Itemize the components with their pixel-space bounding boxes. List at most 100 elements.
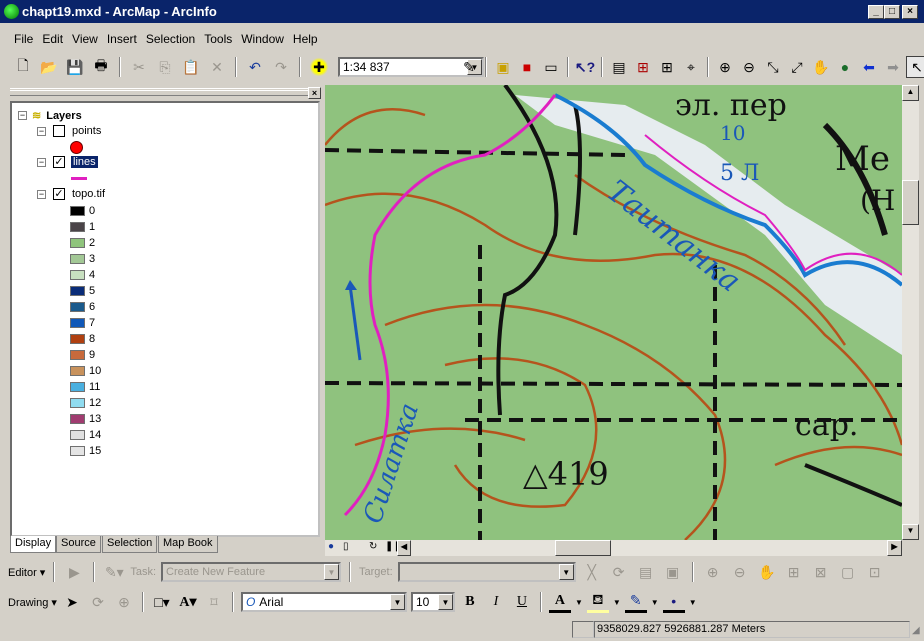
- font-size-combo[interactable]: 10 ▼: [410, 592, 455, 612]
- color-swatch[interactable]: [70, 318, 85, 328]
- legend-class[interactable]: 12: [70, 397, 101, 409]
- layer-visibility-checkbox[interactable]: [53, 125, 65, 137]
- zoom-to-100-icon[interactable]: ▢: [837, 561, 859, 583]
- layer-visibility-checkbox[interactable]: ✓: [53, 188, 65, 200]
- color-swatch[interactable]: [70, 446, 85, 456]
- tab-map-book[interactable]: Map Book: [158, 536, 218, 553]
- undo-icon[interactable]: ↶: [244, 56, 266, 78]
- collapse-icon[interactable]: −: [37, 189, 46, 199]
- lines-symbol[interactable]: [71, 177, 87, 180]
- sketch-properties-icon[interactable]: ▣: [662, 561, 684, 583]
- fixed-zoom-layout-icon[interactable]: ⊠: [810, 561, 832, 583]
- print-icon[interactable]: 🖶: [90, 56, 112, 78]
- tab-display[interactable]: Display: [10, 536, 57, 553]
- menu-help[interactable]: Help: [293, 32, 318, 50]
- legend-class[interactable]: 11: [70, 381, 100, 393]
- overview-icon[interactable]: ⊞: [632, 56, 654, 78]
- rotate-tool-icon[interactable]: ⟳: [608, 561, 630, 583]
- legend-class[interactable]: 8: [70, 333, 95, 345]
- vertical-scroll-thumb[interactable]: [902, 180, 919, 225]
- color-swatch[interactable]: [70, 206, 85, 216]
- scroll-down-button[interactable]: ▼: [902, 524, 919, 540]
- color-swatch[interactable]: [70, 430, 85, 440]
- layer-topo-tif[interactable]: topo.tif: [72, 188, 105, 200]
- color-swatch[interactable]: [70, 366, 85, 376]
- toc-grip[interactable]: [10, 88, 310, 96]
- legend-class[interactable]: 14: [70, 429, 101, 441]
- menu-selection[interactable]: Selection: [146, 32, 195, 50]
- tab-selection[interactable]: Selection: [102, 536, 158, 553]
- close-button[interactable]: ×: [902, 5, 918, 19]
- menu-insert[interactable]: Insert: [107, 32, 137, 50]
- cut-icon[interactable]: ✂: [128, 56, 150, 78]
- legend-class[interactable]: 15: [70, 445, 101, 457]
- color-swatch[interactable]: [70, 222, 85, 232]
- color-swatch[interactable]: [70, 238, 85, 248]
- italic-button[interactable]: I: [485, 591, 507, 613]
- edit-tool-icon[interactable]: ▶: [63, 561, 85, 583]
- attributes-icon[interactable]: ▤: [635, 561, 657, 583]
- chevron-down-icon[interactable]: ▼: [324, 564, 340, 580]
- new-icon[interactable]: 🗋: [12, 56, 34, 78]
- resize-grip-icon[interactable]: ◢: [912, 625, 920, 636]
- font-combo[interactable]: O Arial ▼: [240, 592, 407, 612]
- legend-class[interactable]: 10: [70, 365, 101, 377]
- legend-class[interactable]: 13: [70, 413, 101, 425]
- pan-layout-icon[interactable]: ✋: [756, 561, 778, 583]
- color-swatch[interactable]: [70, 286, 85, 296]
- select-elements-icon[interactable]: ➤: [61, 591, 83, 613]
- points-symbol[interactable]: [70, 141, 83, 154]
- add-data-icon[interactable]: ✚: [308, 56, 330, 78]
- toc-close-button[interactable]: ×: [308, 87, 321, 99]
- color-swatch[interactable]: [70, 398, 85, 408]
- color-swatch[interactable]: [70, 254, 85, 264]
- zoom-out-icon[interactable]: ⊖: [738, 56, 760, 78]
- layer-visibility-checkbox[interactable]: ✓: [53, 156, 65, 168]
- vertical-scrollbar[interactable]: ▲ ▼: [902, 85, 919, 540]
- open-icon[interactable]: 📂: [38, 56, 60, 78]
- full-extent-icon[interactable]: ●: [834, 56, 856, 78]
- layout-view-button[interactable]: ▯: [343, 541, 349, 552]
- legend-class[interactable]: 2: [70, 237, 95, 249]
- fill-color-icon[interactable]: ⛾: [586, 591, 609, 613]
- pan-icon[interactable]: ✋: [810, 56, 832, 78]
- fixed-zoom-in-icon[interactable]: ⤡: [762, 56, 784, 78]
- select-features-icon[interactable]: ↖: [906, 56, 924, 78]
- underline-button[interactable]: U: [511, 591, 533, 613]
- font-color-button[interactable]: A: [548, 591, 571, 613]
- scroll-right-button[interactable]: ▶: [887, 540, 902, 556]
- chevron-down-icon[interactable]: ▼: [558, 564, 574, 580]
- marker-color-icon[interactable]: •: [662, 591, 685, 613]
- rotate-element-icon[interactable]: ⟳: [87, 591, 109, 613]
- menu-edit[interactable]: Edit: [42, 32, 63, 50]
- whats-this-icon[interactable]: ↖?: [574, 56, 596, 78]
- layer-points[interactable]: points: [72, 125, 101, 137]
- color-swatch[interactable]: [70, 270, 85, 280]
- zoom-to-selected-icon[interactable]: ⊕: [113, 591, 135, 613]
- data-view-button[interactable]: ●: [328, 541, 334, 552]
- target-combo[interactable]: ▼: [397, 562, 576, 582]
- legend-class[interactable]: 9: [70, 349, 95, 361]
- color-swatch[interactable]: [70, 414, 85, 424]
- drawing-menu[interactable]: Drawing ▾: [8, 596, 57, 609]
- bold-button[interactable]: B: [459, 591, 481, 613]
- legend-class[interactable]: 1: [70, 221, 95, 233]
- collapse-icon[interactable]: −: [37, 126, 46, 136]
- line-color-icon[interactable]: ✎: [624, 591, 647, 613]
- color-swatch[interactable]: [70, 302, 85, 312]
- menu-view[interactable]: View: [72, 32, 98, 50]
- zoom-out-layout-icon[interactable]: ⊖: [729, 561, 751, 583]
- zoom-whole-page-icon[interactable]: ⊞: [783, 561, 805, 583]
- legend-class[interactable]: 4: [70, 269, 95, 281]
- maximize-button[interactable]: □: [884, 5, 900, 19]
- edit-vertices-icon[interactable]: ⌑: [203, 591, 225, 613]
- back-icon[interactable]: ⬅: [858, 56, 880, 78]
- legend-class[interactable]: 6: [70, 301, 95, 313]
- lines-feature[interactable]: [343, 94, 557, 517]
- text-tool-icon[interactable]: A▾: [177, 591, 199, 613]
- zoom-1-1-icon[interactable]: ⊡: [864, 561, 886, 583]
- split-tool-icon[interactable]: ╳: [581, 561, 603, 583]
- copy-icon[interactable]: ⎘: [154, 56, 176, 78]
- refresh-button[interactable]: ↻: [369, 541, 377, 552]
- task-combo[interactable]: Create New Feature ▼: [161, 562, 342, 582]
